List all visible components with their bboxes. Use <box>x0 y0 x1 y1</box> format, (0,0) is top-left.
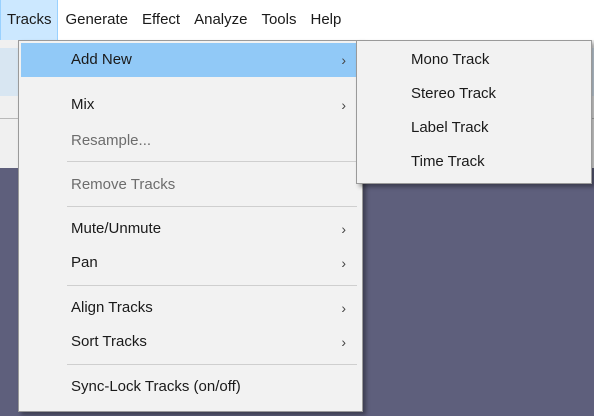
chevron-right-icon: › <box>341 334 346 350</box>
tracks-dropdown-menu: Add New › Mix › Resample... Remove Track… <box>18 40 363 412</box>
menu-item-remove-tracks: Remove Tracks <box>21 168 360 202</box>
chevron-right-icon: › <box>341 52 346 68</box>
menu-item-label: Remove Tracks <box>71 176 176 193</box>
menu-item-label: Mute/Unmute <box>71 220 162 237</box>
menu-tools[interactable]: Tools <box>254 0 303 40</box>
menu-item-pan[interactable]: Pan › <box>21 246 360 280</box>
menu-separator <box>67 364 357 365</box>
submenu-item-label: Label Track <box>411 119 489 136</box>
menu-effect[interactable]: Effect <box>135 0 187 40</box>
menu-item-label: Mix <box>71 96 95 113</box>
menu-item-label: Align Tracks <box>71 299 153 316</box>
menu-analyze[interactable]: Analyze <box>187 0 254 40</box>
menu-item-add-new[interactable]: Add New › <box>21 43 360 77</box>
chevron-right-icon: › <box>341 97 346 113</box>
menu-item-sort-tracks[interactable]: Sort Tracks › <box>21 325 360 359</box>
menu-help[interactable]: Help <box>304 0 349 40</box>
menu-item-mix[interactable]: Mix › <box>21 88 360 122</box>
submenu-item-label-track[interactable]: Label Track <box>359 111 589 145</box>
menu-separator <box>67 285 357 286</box>
menu-generate[interactable]: Generate <box>58 0 135 40</box>
menu-separator <box>67 161 357 162</box>
menu-item-align-tracks[interactable]: Align Tracks › <box>21 291 360 325</box>
menu-bar: Tracks Generate Effect Analyze Tools Hel… <box>0 0 594 40</box>
submenu-item-time-track[interactable]: Time Track <box>359 145 589 179</box>
submenu-item-label: Time Track <box>411 153 485 170</box>
chevron-right-icon: › <box>341 255 346 271</box>
submenu-item-label: Mono Track <box>411 51 490 68</box>
submenu-item-label: Stereo Track <box>411 85 497 102</box>
menu-item-label: Pan <box>71 254 98 271</box>
menu-separator <box>67 206 357 207</box>
menu-item-label: Sync-Lock Tracks (on/off) <box>71 378 241 395</box>
menu-item-resample: Resample... <box>21 124 360 158</box>
chevron-right-icon: › <box>341 300 346 316</box>
menu-tracks[interactable]: Tracks <box>0 0 59 40</box>
menu-item-mute-unmute[interactable]: Mute/Unmute › <box>21 212 360 246</box>
menu-item-label: Resample... <box>71 132 152 149</box>
menu-item-sync-lock-tracks[interactable]: Sync-Lock Tracks (on/off) <box>21 370 360 404</box>
submenu-item-mono-track[interactable]: Mono Track <box>359 43 589 77</box>
add-new-submenu: Mono Track Stereo Track Label Track Time… <box>356 40 592 184</box>
submenu-item-stereo-track[interactable]: Stereo Track <box>359 77 589 111</box>
menu-item-label: Add New <box>71 51 132 68</box>
chevron-right-icon: › <box>341 221 346 237</box>
menu-item-label: Sort Tracks <box>71 333 147 350</box>
